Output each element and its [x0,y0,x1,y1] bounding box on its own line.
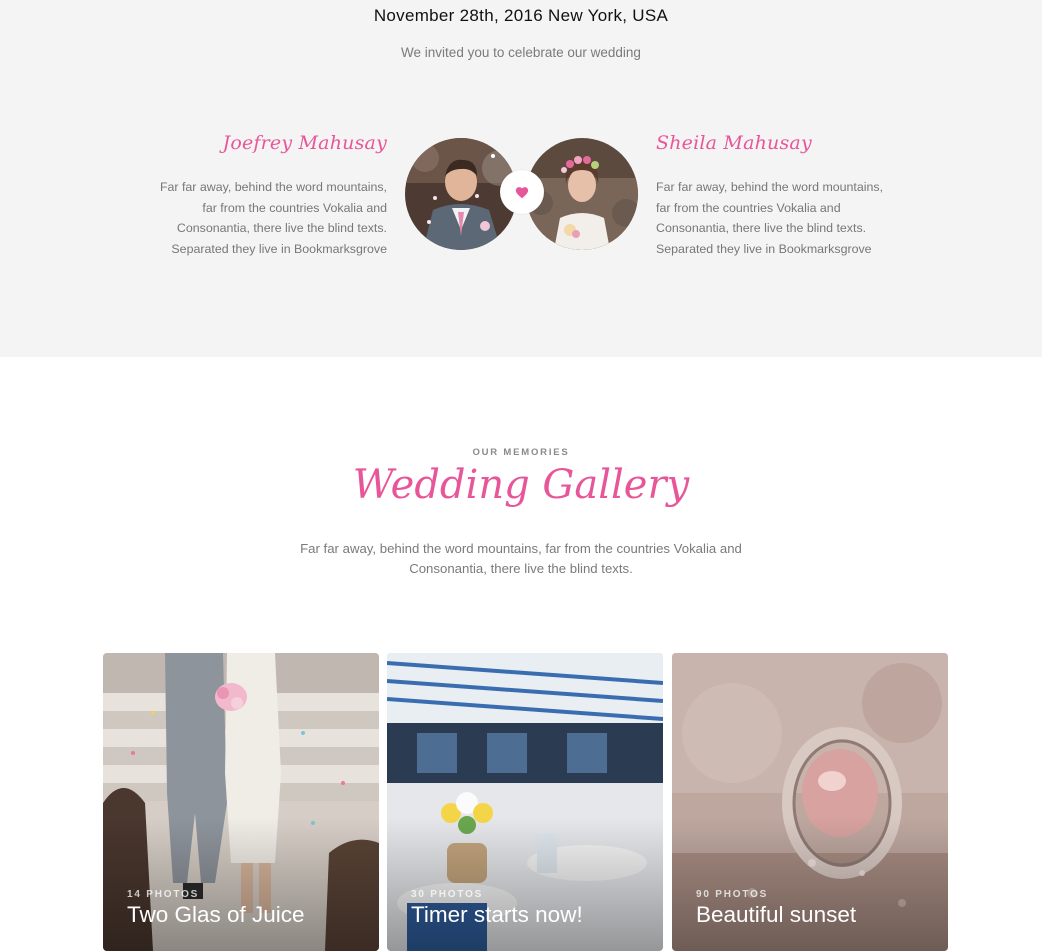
gallery-description: Far far away, behind the word mountains,… [261,539,781,579]
gallery-title: Wedding Gallery [352,462,690,508]
bride-bio-line: Consonantia, there live the blind texts. [656,221,867,235]
gallery-description-line: Consonantia, there live the blind texts. [409,561,633,576]
gallery-description-line: Far far away, behind the word mountains,… [300,541,742,556]
heart-badge [500,170,544,214]
bride-bio-line: Separated they live in Bookmarksgrove [656,241,872,256]
gallery-card-title: Two Glas of Juice [127,902,305,927]
gallery-card-beautiful-sunset[interactable]: 90 PHOTOS Beautiful sunset [672,653,948,951]
bride-name: Sheila Mahusay [656,132,812,154]
groom-bio-line: Consonantia, there live the blind texts. [176,221,387,235]
bride-bio-line: far from the countries Vokalia and [656,200,841,215]
couple-section: November 28th, 2016 New York, USA We inv… [0,0,1042,357]
gallery-card-timer-starts-now[interactable]: 30 PHOTOS Timer starts now! [387,653,663,951]
groom-bio-line: far from the countries Vokalia and [202,200,387,215]
gallery-card-two-glas-of-juice[interactable]: 14 PHOTOS Two Glas of Juice [103,653,379,951]
bride-bio: Far far away, behind the word mountains,… [656,177,906,259]
gallery-card-count: 90 PHOTOS [696,889,769,900]
gallery-eyebrow: OUR MEMORIES [472,447,570,458]
gallery-card-count: 14 PHOTOS [127,889,200,900]
groom-bio: Far far away, behind the word mountains,… [137,177,387,259]
groom-bio-line: Separated they live in Bookmarksgrove [171,241,387,256]
event-date-location: November 28th, 2016 New York, USA [373,6,669,25]
invite-text: We invited you to celebrate our wedding [401,45,641,60]
heart-icon [515,186,529,198]
gallery-card-title: Timer starts now! [411,902,583,927]
gallery-card-count: 30 PHOTOS [411,889,484,900]
bride-bio-line: Far far away, behind the word mountains, [656,180,884,194]
groom-bio-line: Far far away, behind the word mountains, [159,180,387,194]
groom-name: Joefrey Mahusay [222,132,387,154]
gallery-card-title: Beautiful sunset [696,902,857,927]
